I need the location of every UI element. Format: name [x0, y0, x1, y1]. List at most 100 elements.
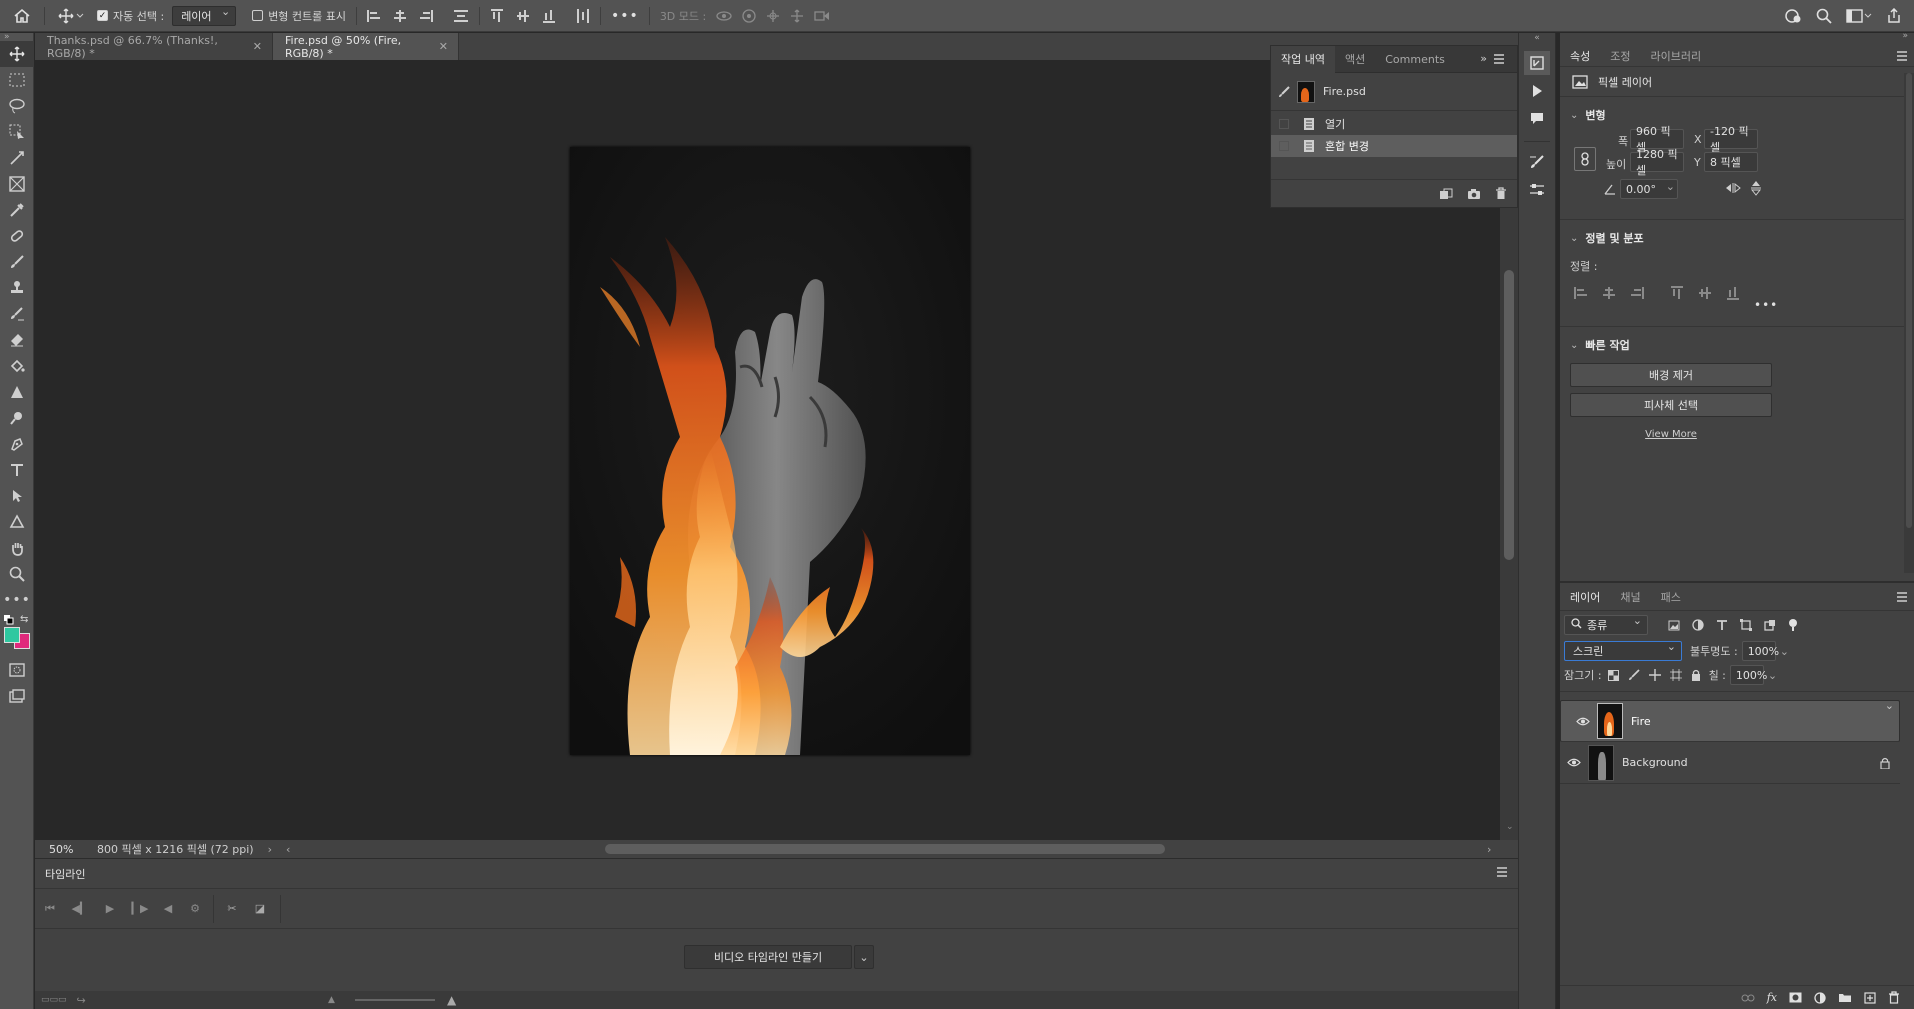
- document-info[interactable]: 800 픽셀 x 1216 픽셀 (72 ppi): [97, 841, 254, 857]
- panel-menu-icon[interactable]: [1496, 867, 1508, 877]
- audio-icon[interactable]: ◀: [155, 902, 181, 915]
- align-vertical-centers-icon[interactable]: [516, 9, 530, 23]
- home-icon[interactable]: [0, 0, 44, 32]
- comments-panel-button[interactable]: [1524, 107, 1550, 131]
- lasso-tool[interactable]: [0, 93, 34, 119]
- blend-mode-dropdown[interactable]: 스크린: [1564, 640, 1682, 661]
- align-top-icon[interactable]: [1670, 286, 1684, 300]
- panel-menu-icon[interactable]: [1896, 592, 1908, 602]
- scroll-left-icon[interactable]: ‹: [286, 843, 290, 856]
- object-selection-tool[interactable]: [0, 119, 34, 145]
- settings-gear-icon[interactable]: ⚙: [181, 902, 209, 915]
- pan-3d-icon[interactable]: [766, 9, 780, 23]
- eraser-tool[interactable]: [0, 327, 34, 353]
- auto-select-checkbox[interactable]: ✓ 자동 선택 :: [97, 0, 164, 32]
- new-document-from-state-icon[interactable]: [1439, 188, 1453, 200]
- close-icon[interactable]: ✕: [439, 40, 448, 53]
- share-icon[interactable]: [1886, 7, 1902, 24]
- expand-panel-icon[interactable]: »: [1480, 52, 1487, 65]
- timeline-type-dropdown[interactable]: ⌄: [854, 945, 874, 969]
- clone-stamp-tool[interactable]: [0, 275, 34, 301]
- smart-object-filter-icon[interactable]: [1764, 619, 1776, 631]
- frame-tool[interactable]: [0, 171, 34, 197]
- new-adjustment-layer-icon[interactable]: [1814, 991, 1826, 1004]
- more-align-options-button[interactable]: •••: [1754, 298, 1778, 312]
- history-brush-tool[interactable]: [0, 301, 34, 327]
- vertical-scroll-thumb[interactable]: [1504, 270, 1514, 560]
- eyedropper-tool[interactable]: [0, 197, 34, 223]
- panel-menu-icon[interactable]: [1896, 51, 1908, 61]
- scroll-down-icon[interactable]: ⌄: [1506, 822, 1514, 832]
- auto-select-target-dropdown[interactable]: 레이어: [172, 5, 237, 26]
- hand-tool[interactable]: [0, 535, 34, 561]
- actions-panel-button[interactable]: [1524, 79, 1550, 103]
- history-brush-checkbox[interactable]: [1279, 119, 1289, 129]
- align-left-icon[interactable]: [1574, 286, 1588, 300]
- link-layers-icon[interactable]: [1741, 994, 1755, 1002]
- tab-comments[interactable]: Comments: [1375, 45, 1455, 73]
- convert-arrow-icon[interactable]: ↪: [77, 994, 86, 1007]
- collapse-dock-icon[interactable]: «: [1519, 33, 1555, 45]
- history-item[interactable]: 열기: [1271, 113, 1517, 135]
- transform-header[interactable]: ⌄ 변형: [1570, 107, 1914, 123]
- select-subject-button[interactable]: 피사체 선택: [1570, 393, 1772, 417]
- fill-field[interactable]: 100%: [1729, 665, 1767, 685]
- history-panel-button[interactable]: [1524, 51, 1550, 75]
- screen-mode-button[interactable]: [0, 683, 34, 709]
- blur-tool[interactable]: [0, 379, 34, 405]
- edit-toolbar-button[interactable]: •••: [0, 587, 34, 613]
- swap-colors-icon[interactable]: ⇆: [20, 614, 28, 625]
- layer-row-background[interactable]: Background: [1560, 742, 1900, 784]
- lock-all-icon[interactable]: [1691, 669, 1701, 681]
- trash-icon[interactable]: [1495, 187, 1507, 200]
- rotation-angle-field[interactable]: 0.00° ⌄: [1620, 179, 1678, 199]
- visibility-eye-icon[interactable]: [1569, 717, 1597, 726]
- x-position-field[interactable]: -120 픽셀: [1704, 125, 1758, 154]
- paint-bucket-tool[interactable]: [0, 353, 34, 379]
- panel-menu-icon[interactable]: [1493, 54, 1505, 64]
- show-transform-controls-checkbox[interactable]: 변형 컨트롤 표시: [252, 0, 346, 32]
- timeline-zoom-slider[interactable]: [355, 999, 435, 1001]
- collapse-toolbar-icon[interactable]: »: [0, 33, 33, 42]
- default-colors-icon[interactable]: [4, 615, 14, 625]
- crop-tool[interactable]: [0, 145, 34, 171]
- previous-frame-icon[interactable]: ◀▎: [65, 902, 95, 915]
- align-bottom-edges-icon[interactable]: [542, 9, 556, 23]
- height-field[interactable]: 1280 픽셀: [1630, 148, 1684, 177]
- status-menu-arrow-icon[interactable]: ›: [268, 843, 272, 856]
- visibility-eye-icon[interactable]: [1560, 758, 1588, 767]
- tab-channels[interactable]: 채널: [1610, 583, 1650, 611]
- tab-properties[interactable]: 속성: [1560, 45, 1600, 67]
- align-right-icon[interactable]: [1630, 286, 1644, 300]
- tab-history[interactable]: 작업 내역: [1271, 45, 1335, 73]
- tab-actions[interactable]: 액션: [1335, 45, 1375, 73]
- transition-icon[interactable]: ◪: [246, 902, 274, 915]
- properties-scrollbar[interactable]: [1904, 73, 1914, 573]
- brush-tool[interactable]: [0, 249, 34, 275]
- quick-actions-header[interactable]: ⌄ 빠른 작업: [1570, 337, 1914, 353]
- align-distribute-header[interactable]: ⌄ 정렬 및 분포: [1570, 230, 1914, 246]
- play-icon[interactable]: ▶: [95, 902, 125, 915]
- collapse-panels-icon[interactable]: »: [1902, 31, 1908, 41]
- layer-row-fire[interactable]: Fire: [1560, 699, 1900, 742]
- history-item-selected[interactable]: 혼합 변경: [1271, 135, 1517, 157]
- tab-layers[interactable]: 레이어: [1560, 583, 1610, 611]
- document-image[interactable]: [570, 147, 970, 755]
- search-icon[interactable]: [1816, 8, 1832, 24]
- adjustment-filter-icon[interactable]: [1692, 619, 1704, 631]
- lock-image-pixels-icon[interactable]: [1628, 669, 1640, 681]
- trash-icon[interactable]: [1888, 991, 1900, 1004]
- go-to-first-frame-icon[interactable]: ⏮: [35, 902, 65, 916]
- tab-thanks-psd[interactable]: Thanks.psd @ 66.7% (Thanks!, RGB/8) * ✕: [35, 33, 273, 60]
- history-brush-source-icon[interactable]: [1277, 85, 1291, 99]
- shape-filter-icon[interactable]: [1740, 619, 1752, 631]
- flip-horizontal-icon[interactable]: [1725, 182, 1741, 194]
- add-mask-icon[interactable]: [1789, 992, 1802, 1003]
- align-horizontal-centers-icon[interactable]: [393, 9, 407, 23]
- fill-slider-chevron-icon[interactable]: ⌄: [1768, 669, 1777, 682]
- split-scissors-icon[interactable]: ✂: [218, 902, 246, 915]
- link-dimensions-button[interactable]: [1574, 147, 1596, 171]
- horizontal-scroll-thumb[interactable]: [605, 844, 1165, 854]
- align-middle-icon[interactable]: [1698, 286, 1712, 300]
- cloud-docs-icon[interactable]: [1784, 8, 1802, 24]
